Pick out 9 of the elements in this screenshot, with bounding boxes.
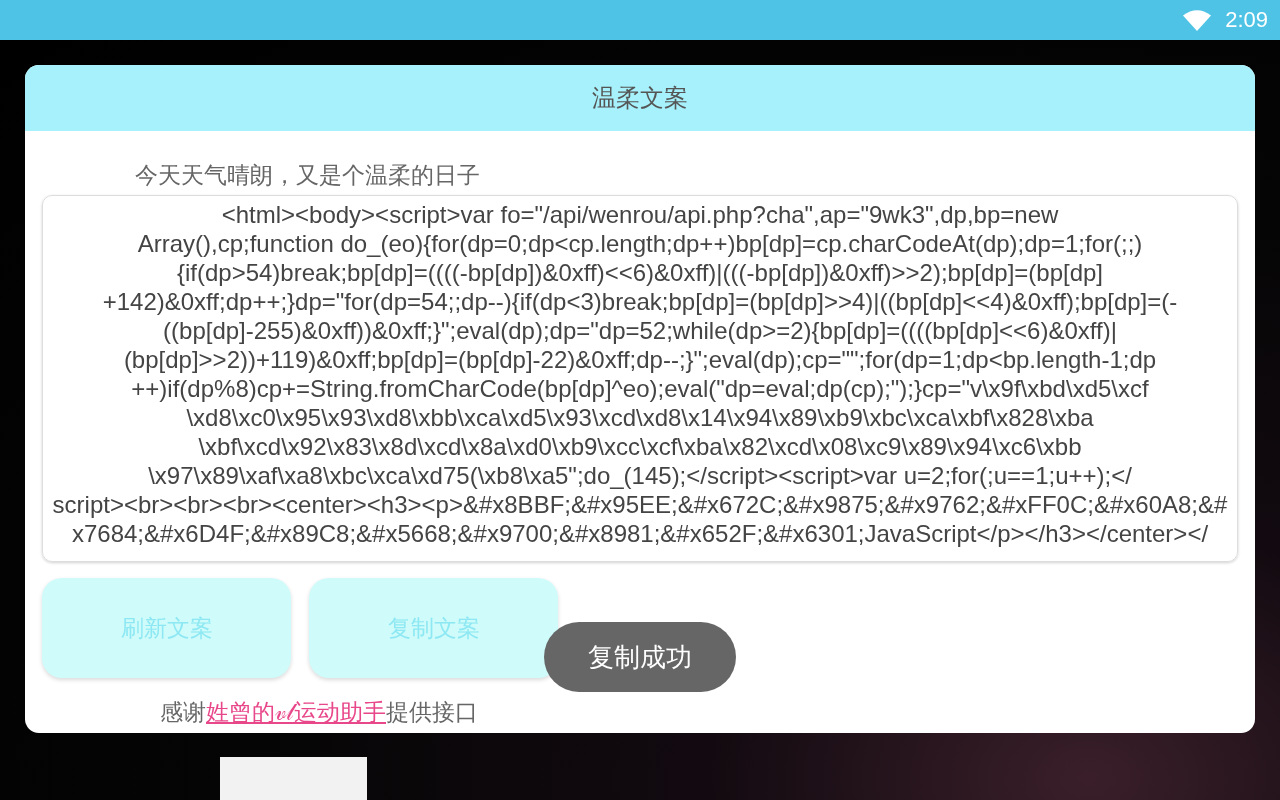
toast-message: 复制成功 — [544, 622, 736, 692]
credit-text: 感谢姓曾的𝓋𝓁运动助手提供接口 — [159, 699, 479, 725]
cutoff-button[interactable] — [220, 757, 367, 800]
clock-time: 2:09 — [1225, 7, 1268, 33]
wifi-icon — [1183, 9, 1212, 31]
text-area[interactable]: <html><body><script>var fo="/api/wenrou/api.php?cha",ap="9wk3",dp,bp=new Array(),cp;function do_(eo){for(dp=0;dp<cp.length;dp++)bp[dp]=cp.charCodeAt(dp);dp=1;for(;;) {if(dp>54)break;bp[dp]=((((-bp[dp])&0xff)<<6)&0xff)|(((-bp[dp])&0xff)>>2);bp[dp]=(bp[dp] +142)&0xff;dp++;}dp="for(dp=54;;dp--){if(dp<3)break;bp[dp]=(bp[dp]>>4)|((bp[dp]<<4)&0xff);bp[dp]=(- ((bp[dp]-255)&0xff))&0xff;}";eval(dp);dp="dp=52;while(dp>=2){bp[dp]=((((bp[dp]<<6)&0xff)| (bp[dp]>>2))+119)&0xff;bp[dp]=(bp[dp]-22)&0xff;dp--;}";eval(dp);cp="";for(dp=1;dp<bp.length-1;dp ++)if(dp%8)cp+=String.fromCharCode(bp[dp]^eo);eval("dp=eval;dp(cp);");}cp="v\x9f\xbd\xd5\xcf \xd8\xc0\x95\x93\xd8\xbb\xca\xd5\x93\xcd\xd8\x14\x94\x89\xb9\xbc\xca\xbf\x828\xba \xbf\xcd\x92\x83\x8d\xcd\x8a\xd0\xb9\xcc\xcf\xba\x82\xcd\x08\xc9\x89\x94\xc6\xbb \x97\x89\xaf\xa8\xbc\xca\xd75(\xb8\xa5";do_(145);</script><script>var u=2;for(;u==1;u++);</ script><br><br><br><center><h3><p>&#x8BBF;&#x95EE;&#x672C;&#x9875;&#x9762;&#xFF0C;&#x60A8;&# x7684;&#x6D4F;&#x89C8;&#x5668;&#x9700;&#x8981;&#x652F;&#x6301;JavaScript</p></h3></center></ — [42, 195, 1238, 562]
dialog-title: 温柔文案 — [592, 83, 688, 113]
credit-link[interactable]: 姓曾的𝓋𝓁运动助手 — [206, 699, 386, 725]
subtitle-text: 今天天气晴朗，又是个温柔的日子 — [134, 162, 481, 188]
